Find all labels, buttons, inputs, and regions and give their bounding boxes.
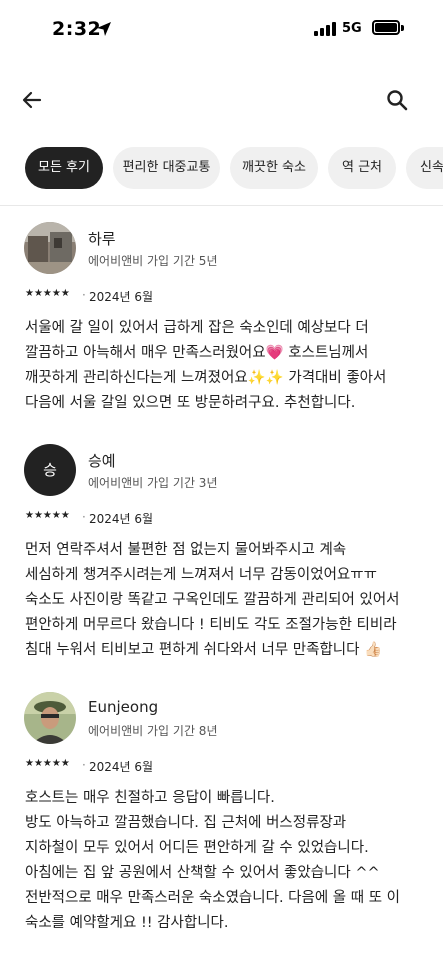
separator: · bbox=[82, 510, 86, 524]
chip-fast[interactable]: 신속 bbox=[406, 147, 443, 189]
review-date: 2024년 6월 bbox=[89, 512, 154, 526]
review-text: 서울에 갈 일이 있어서 급하게 잡은 숙소인데 예상보다 더 깔끔하고 아늑해… bbox=[25, 316, 430, 416]
review-text: 먼저 연락주셔서 불편한 점 없는지 물어봐주시고 계속 세심하게 챙겨주시려는… bbox=[25, 538, 430, 663]
review-card: Eunjeong 에어비앤비 가입 기간 8년 ★★★★★ · 2024년 6월… bbox=[0, 692, 443, 952]
divider bbox=[0, 205, 443, 206]
reviewer-name: 하루 bbox=[88, 230, 116, 248]
battery-icon bbox=[372, 20, 400, 35]
review-line: 방도 아늑하고 깔끔했습니다. 집 근처에 버스정류장과 bbox=[25, 815, 347, 831]
review-line: 전반적으로 매우 만족스러운 숙소였습니다. 다음에 올 때 또 이 bbox=[25, 890, 400, 906]
review-line: 아침에는 집 앞 공원에서 산책할 수 있어서 좋았습니다 ^^ bbox=[25, 865, 380, 881]
back-arrow-icon[interactable] bbox=[20, 88, 44, 112]
review-card: 하루 에어비앤비 가입 기간 5년 ★★★★★ · 2024년 6월 서울에 갈… bbox=[0, 222, 443, 422]
review-line: 편안하게 머무르다 왔습니다 ! 티비도 각도 조절가능한 티비라 bbox=[25, 617, 397, 633]
signal-icon bbox=[314, 22, 336, 36]
review-line: 깔끔하고 아늑해서 매우 만족스러웠어요💗 호스트님께서 bbox=[25, 345, 369, 361]
reviewer-meta: 에어비앤비 가입 기간 3년 bbox=[88, 476, 218, 490]
battery-tip bbox=[401, 25, 404, 31]
star-rating: ★★★★★ bbox=[25, 288, 70, 299]
review-line: 숙소도 사진이랑 똑같고 구옥인데도 깔끔하게 관리되어 있어서 bbox=[25, 592, 400, 608]
avatar-photo bbox=[24, 222, 76, 274]
avatar: 승 bbox=[24, 444, 76, 496]
review-line: 서울에 갈 일이 있어서 급하게 잡은 숙소인데 예상보다 더 bbox=[25, 320, 369, 336]
review-line: 세심하게 챙겨주시려는게 느껴져서 너무 감동이었어요ㅠㅠ bbox=[25, 567, 377, 583]
reviewer-name: Eunjeong bbox=[88, 698, 159, 716]
review-line: 다음에 서울 갈일 있으면 또 방문하려구요. 추천합니다. bbox=[25, 395, 356, 411]
review-text: 호스트는 매우 친절하고 응답이 빠릅니다. 방도 아늑하고 깔끔했습니다. 집… bbox=[25, 786, 430, 936]
review-line: 지하철이 모두 있어서 어디든 편안하게 갈 수 있었습니다. bbox=[25, 840, 369, 856]
review-line: 침대 누워서 티비보고 편하게 쉬다와서 너무 만족합니다 👍🏻 bbox=[25, 642, 383, 658]
search-icon[interactable] bbox=[385, 88, 409, 112]
network-label: 5G bbox=[342, 21, 362, 36]
chip-near-station[interactable]: 역 근처 bbox=[328, 147, 396, 189]
separator: · bbox=[82, 288, 86, 302]
nav-bar bbox=[0, 80, 443, 120]
chip-public-transport[interactable]: 편리한 대중교통 bbox=[113, 147, 220, 189]
review-card: 승 승예 에어비앤비 가입 기간 3년 ★★★★★ · 2024년 6월 먼저 … bbox=[0, 444, 443, 674]
star-rating: ★★★★★ bbox=[25, 758, 70, 769]
review-line: 깨끗하게 관리하신다는게 느껴졌어요✨✨ 가격대비 좋아서 bbox=[25, 370, 387, 386]
avatar bbox=[24, 692, 76, 744]
reviewer-name: 승예 bbox=[88, 452, 116, 470]
status-bar: 2:32 5G bbox=[0, 0, 443, 60]
reviewer-meta: 에어비앤비 가입 기간 8년 bbox=[88, 724, 218, 738]
location-arrow-icon bbox=[97, 22, 111, 36]
review-date: 2024년 6월 bbox=[89, 290, 154, 304]
separator: · bbox=[82, 758, 86, 772]
chip-clean-stay[interactable]: 깨끗한 숙소 bbox=[230, 147, 318, 189]
avatar-photo bbox=[24, 692, 76, 744]
review-line: 숙소를 예약할게요 !! 감사합니다. bbox=[25, 915, 229, 931]
review-line: 먼저 연락주셔서 불편한 점 없는지 물어봐주시고 계속 bbox=[25, 542, 347, 558]
avatar bbox=[24, 222, 76, 274]
review-date: 2024년 6월 bbox=[89, 760, 154, 774]
chip-all-reviews[interactable]: 모든 후기 bbox=[25, 147, 103, 189]
filter-chips: 모든 후기 편리한 대중교통 깨끗한 숙소 역 근처 신속 bbox=[0, 147, 443, 189]
star-rating: ★★★★★ bbox=[25, 510, 70, 521]
status-time: 2:32 bbox=[52, 18, 102, 40]
reviewer-meta: 에어비앤비 가입 기간 5년 bbox=[88, 254, 218, 268]
review-line: 호스트는 매우 친절하고 응답이 빠릅니다. bbox=[25, 790, 275, 806]
